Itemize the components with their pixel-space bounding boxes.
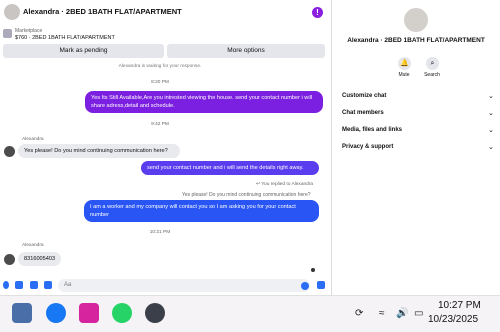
- microphone-icon[interactable]: [3, 281, 9, 289]
- chat-title[interactable]: Alexandra · 2BED 1BATH FLAT/APARTMENT: [23, 7, 182, 16]
- volume-icon[interactable]: 🔊: [396, 308, 408, 319]
- settings-gear-icon[interactable]: [145, 303, 165, 323]
- search-label: Search: [424, 72, 440, 78]
- contact-profile-avatar[interactable]: [404, 8, 428, 32]
- instagram-icon[interactable]: [79, 303, 99, 323]
- wifi-icon[interactable]: ≈: [379, 308, 385, 319]
- chat-header: Alexandra · 2BED 1BATH FLAT/APARTMENT !: [0, 0, 331, 26]
- mute-label: Mute: [398, 72, 410, 78]
- image-icon[interactable]: [15, 281, 23, 289]
- menu-chat-members[interactable]: Chat members: [342, 110, 384, 116]
- whatsapp-icon[interactable]: [112, 303, 132, 323]
- battery-icon[interactable]: ▭: [414, 308, 423, 319]
- message-placeholder: Aa: [64, 282, 72, 288]
- chevron-down-icon[interactable]: ⌄: [488, 143, 494, 151]
- chevron-down-icon[interactable]: ⌄: [488, 92, 494, 100]
- incoming-message[interactable]: Yes please! Do you mind continuing commu…: [18, 144, 180, 158]
- menu-customize-chat[interactable]: Customize chat: [342, 93, 386, 99]
- replied-note: ↩ You replied to Alexandra: [256, 182, 313, 187]
- mute-icon[interactable]: 🔔: [398, 57, 411, 70]
- listing-thumbnail[interactable]: [3, 29, 12, 38]
- clock-date[interactable]: 10/23/2025: [428, 314, 478, 325]
- timestamp: 10:21 PM: [149, 230, 171, 235]
- seen-indicator: [311, 268, 315, 272]
- outgoing-message[interactable]: I am a worker and my company will contac…: [84, 200, 319, 222]
- info-icon[interactable]: !: [312, 7, 323, 18]
- chevron-down-icon[interactable]: ⌄: [488, 109, 494, 117]
- like-icon[interactable]: [317, 281, 325, 289]
- timestamp: 9:42 PM: [151, 122, 169, 127]
- avatar[interactable]: [4, 4, 20, 20]
- sticker-icon[interactable]: [30, 281, 38, 289]
- search-icon[interactable]: ⌕: [426, 57, 439, 70]
- taskbar: [0, 295, 500, 332]
- menu-privacy-support[interactable]: Privacy & support: [342, 144, 393, 150]
- marketplace-label: Marketplace: [15, 28, 43, 34]
- emoji-icon[interactable]: [301, 282, 309, 290]
- sync-icon[interactable]: ⟳: [355, 308, 363, 319]
- sender-name: Alexandra: [22, 243, 44, 248]
- mark-as-pending-button[interactable]: Mark as pending: [3, 44, 164, 58]
- contact-avatar[interactable]: [4, 254, 15, 265]
- quoted-message[interactable]: Yes please! Do you mind continuing commu…: [182, 192, 311, 198]
- incoming-message[interactable]: 8316005403: [18, 252, 62, 266]
- mail-icon[interactable]: [12, 303, 32, 323]
- message-input[interactable]: Aa: [58, 279, 310, 292]
- listing-title[interactable]: $760 · 2BED 1BATH FLAT/APARTMENT: [15, 35, 115, 41]
- outgoing-message[interactable]: Yes Its Still Available,Are you intreste…: [85, 91, 323, 113]
- panel-title: Alexandra · 2BED 1BATH FLAT/APARTMENT: [347, 37, 485, 44]
- gif-icon[interactable]: [44, 281, 52, 289]
- facebook-icon[interactable]: [46, 303, 66, 323]
- outgoing-message[interactable]: send your contact number and i will send…: [141, 161, 319, 175]
- waiting-notice: Alexandra is waiting for your response.: [118, 64, 202, 69]
- timestamp: 8:20 PM: [151, 80, 169, 85]
- clock-time[interactable]: 10:27 PM: [438, 300, 481, 311]
- more-options-button[interactable]: More options: [167, 44, 325, 58]
- chevron-down-icon[interactable]: ⌄: [488, 126, 494, 134]
- contact-avatar[interactable]: [4, 146, 15, 157]
- replied-note-text: You replied to Alexandra: [261, 182, 314, 187]
- sender-name: Alexandra: [22, 137, 44, 142]
- menu-media-files-links[interactable]: Media, files and links: [342, 127, 402, 133]
